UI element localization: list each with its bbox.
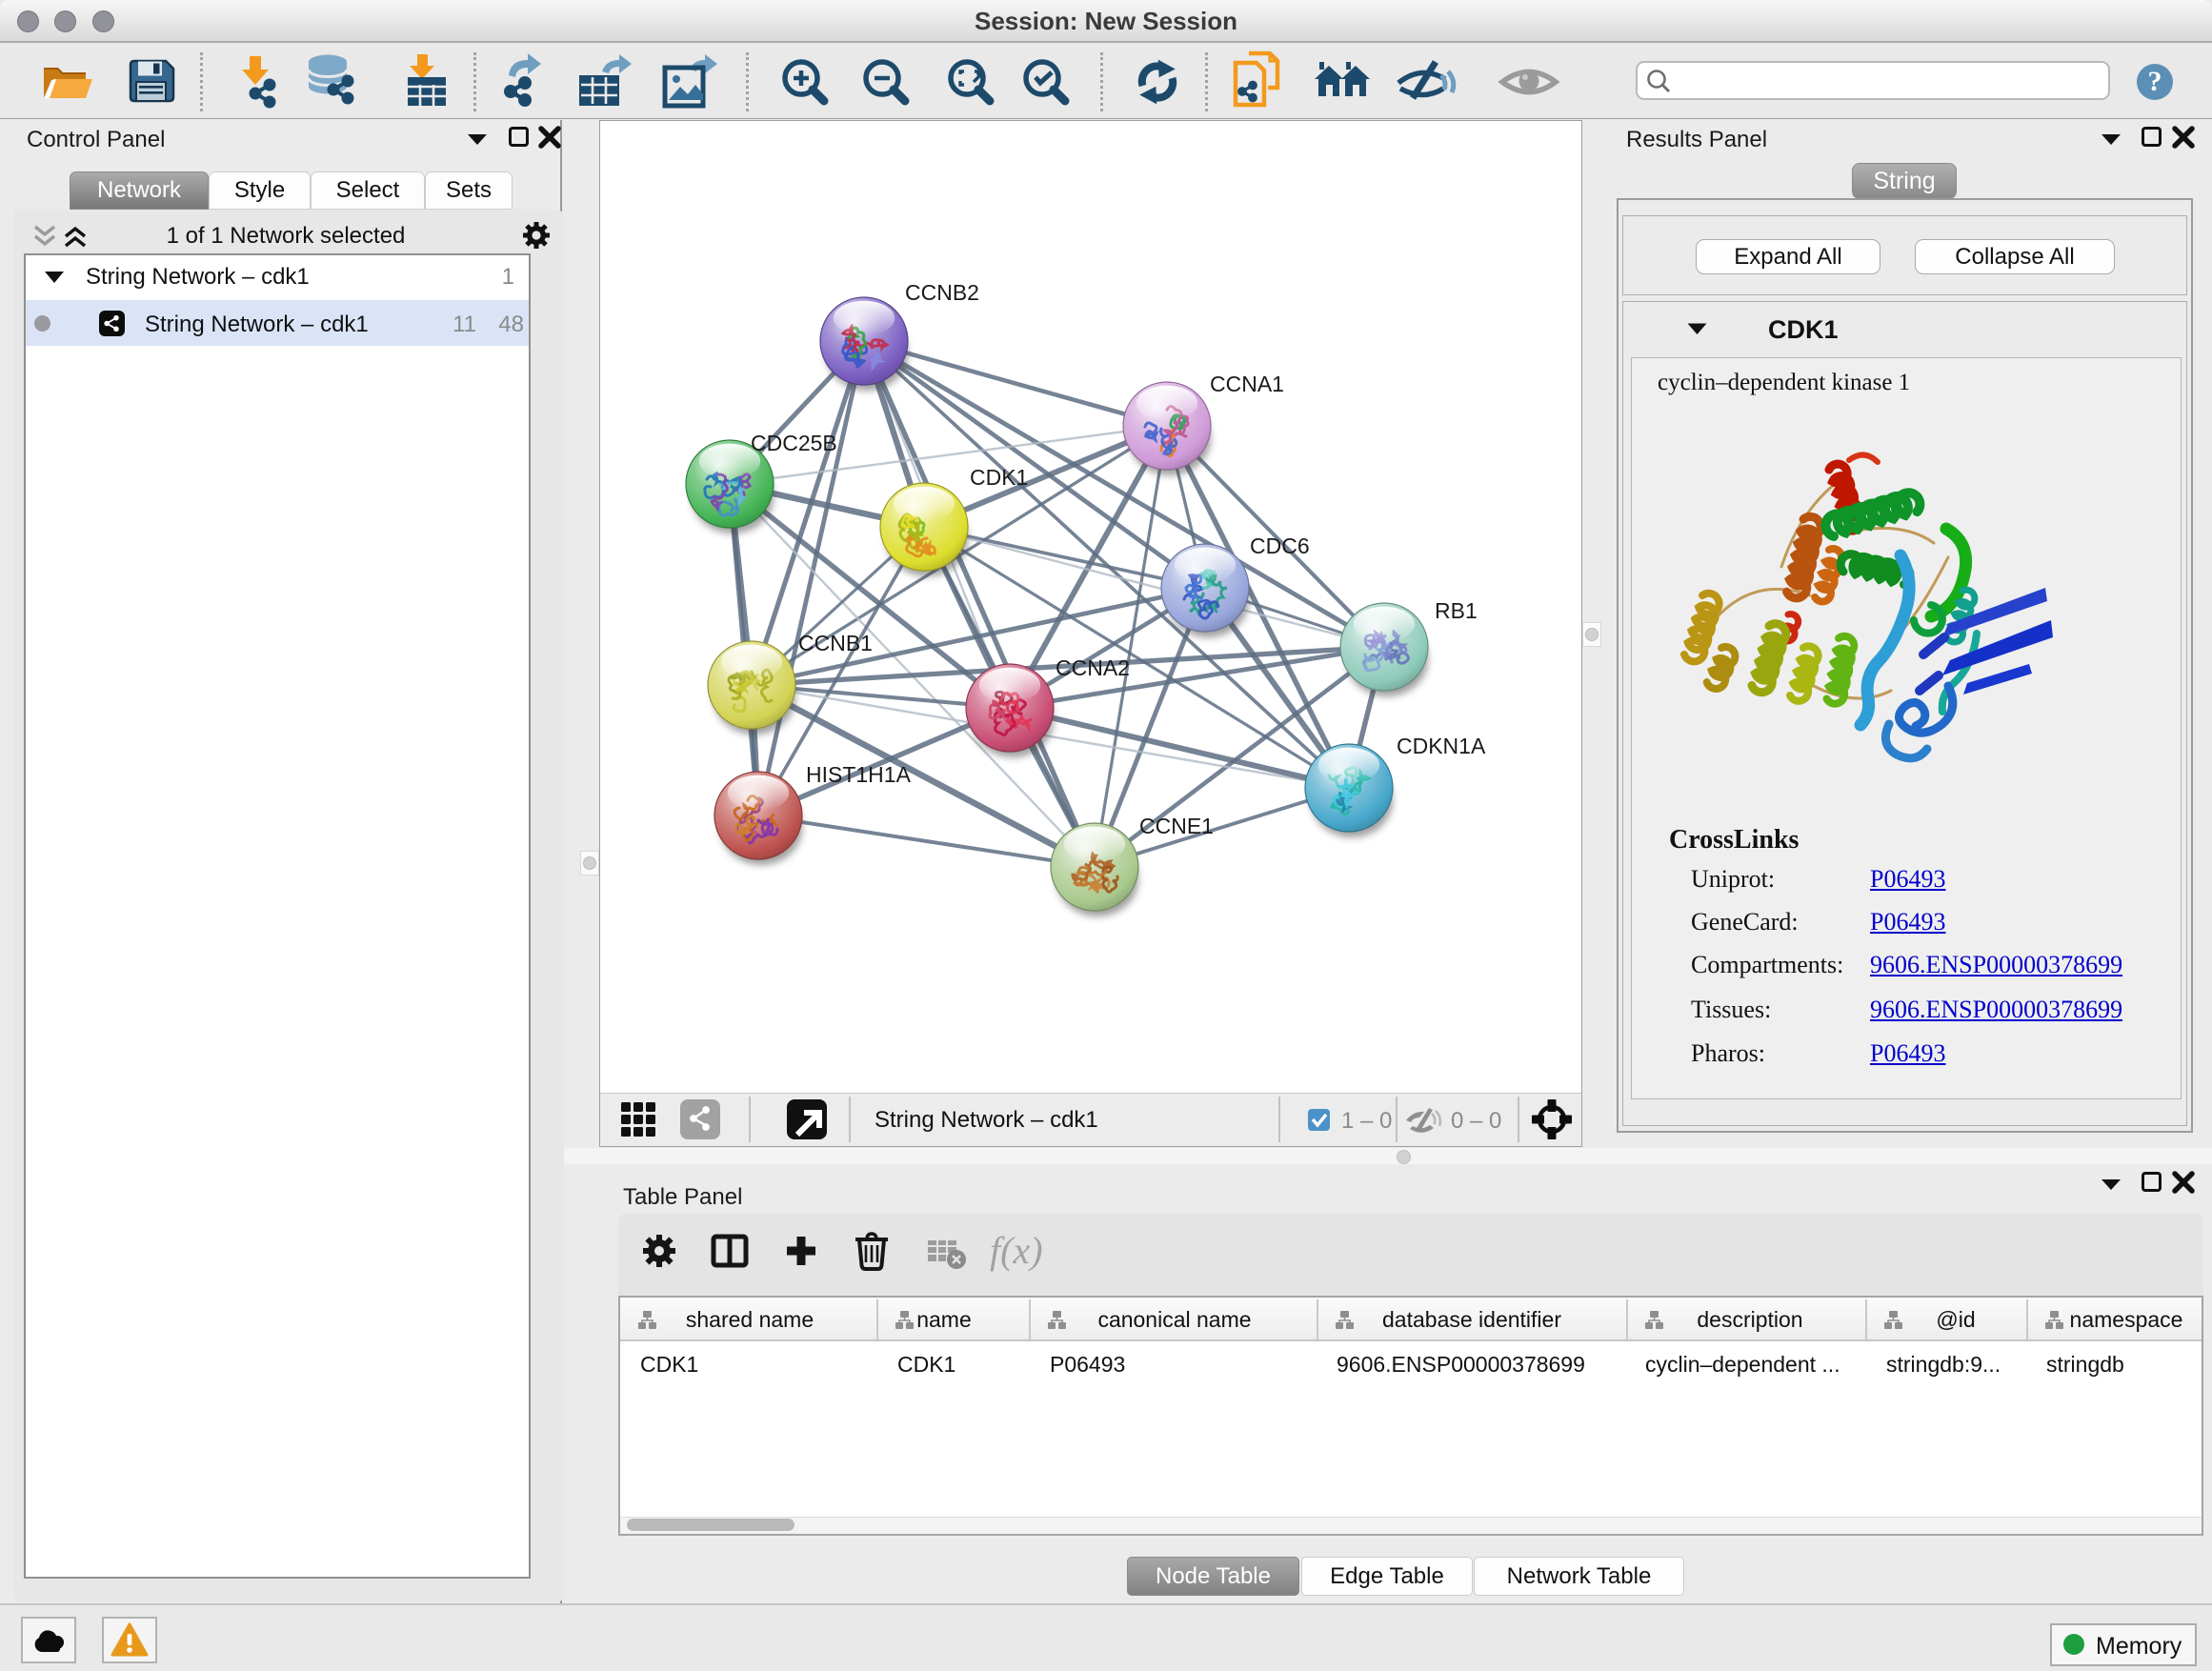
svg-text:CDKN1A: CDKN1A — [1397, 734, 1486, 758]
svg-text:CCNA1: CCNA1 — [1210, 372, 1284, 396]
svg-text:CDC6: CDC6 — [1250, 534, 1310, 558]
svg-text:CDC25B: CDC25B — [751, 431, 837, 455]
svg-text:database identifier: database identifier — [1382, 1307, 1561, 1332]
svg-text:CCNA2: CCNA2 — [1056, 655, 1130, 680]
svg-text:f(x): f(x) — [990, 1229, 1043, 1272]
svg-text:HIST1H1A: HIST1H1A — [806, 762, 912, 787]
svg-text:canonical name: canonical name — [1097, 1307, 1251, 1332]
svg-text:namespace: namespace — [2070, 1307, 2183, 1332]
svg-text:1 – 0: 1 – 0 — [1341, 1108, 1392, 1134]
svg-text:CDK1: CDK1 — [970, 465, 1028, 490]
svg-text:name: name — [916, 1307, 972, 1332]
svg-text:shared name: shared name — [686, 1307, 814, 1332]
svg-text:String Network – cdk1: String Network – cdk1 — [875, 1107, 1098, 1133]
svg-text:CCNB2: CCNB2 — [905, 280, 979, 305]
svg-text:CCNE1: CCNE1 — [1139, 814, 1214, 838]
svg-text:description: description — [1697, 1307, 1802, 1332]
svg-text:0 – 0: 0 – 0 — [1451, 1108, 1501, 1134]
svg-text:RB1: RB1 — [1435, 598, 1478, 623]
svg-text:@id: @id — [1936, 1307, 1975, 1332]
svg-text:CCNB1: CCNB1 — [798, 631, 873, 655]
